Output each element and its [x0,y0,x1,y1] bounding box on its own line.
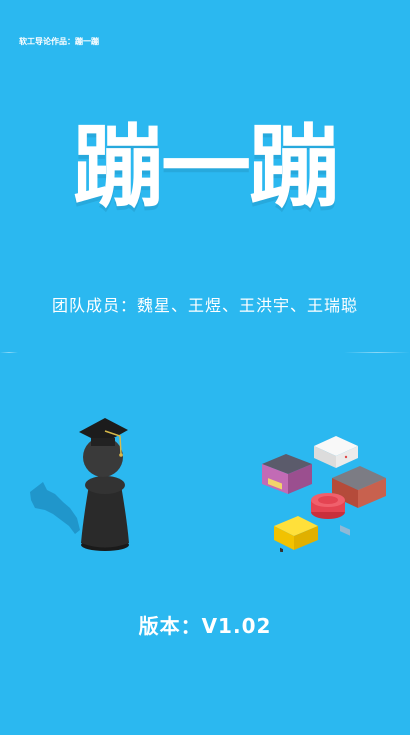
yellow-box-platform [274,516,318,552]
team-members-label: 团队成员：魏星、王煜、王洪宇、王瑞聪 [51,296,358,315]
version-label: 版本：V1.02 [138,614,272,638]
game-title: 蹦一蹦 [73,115,339,220]
divider-right [344,352,410,353]
platforms-illustration [262,436,386,552]
red-button-platform [311,493,345,519]
credit-label: 软工导论作品：蹦一蹦 [19,37,99,46]
divider-left [0,352,18,353]
motion-trail-icon [30,482,80,534]
player-illustration [30,418,129,551]
white-box-platform [314,436,358,468]
shop-box-platform [262,454,312,494]
